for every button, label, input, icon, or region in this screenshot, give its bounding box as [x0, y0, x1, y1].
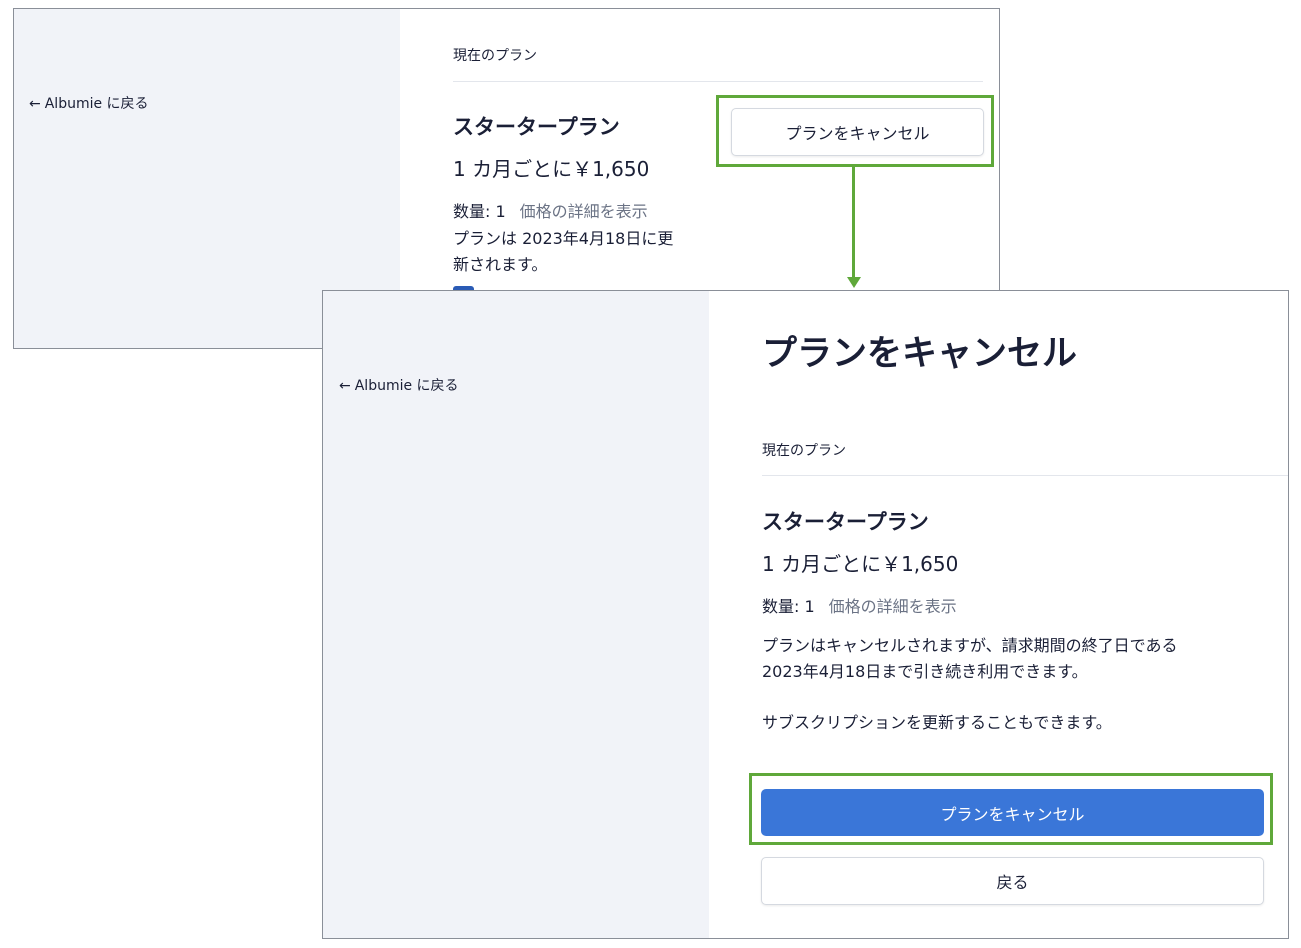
- plan-price: 1 カ月ごとに￥1,650: [453, 157, 650, 181]
- page-title: プランをキャンセル: [762, 334, 1078, 374]
- notice-line-2: 2023年4月18日まで引き続き利用できます。: [762, 662, 1088, 681]
- plan-price: 1 カ月ごとに￥1,650: [762, 552, 959, 576]
- current-plan-caption: 現在のプラン: [453, 48, 537, 64]
- arrow-left-icon: ←: [339, 378, 351, 394]
- notice-line-1: プランはキャンセルされますが、請求期間の終了日である: [762, 636, 1178, 655]
- renew-note: サブスクリプションを更新することもできます。: [762, 713, 1112, 732]
- highlight-confirm-cancel-button: [749, 773, 1273, 845]
- back-to-albumie-link[interactable]: ← Albumie に戻る: [29, 93, 149, 113]
- arrow-left-icon: ←: [29, 96, 41, 112]
- divider: [762, 475, 1288, 476]
- back-to-albumie-link[interactable]: ← Albumie に戻る: [339, 375, 459, 395]
- back-link-label: Albumie に戻る: [44, 96, 149, 112]
- renewal-line-1: プランは 2023年4月18日に更: [453, 229, 674, 248]
- plan-name: スタータープラン: [453, 115, 620, 139]
- flow-arrow-line: [852, 167, 855, 278]
- flow-arrow-head: [847, 277, 861, 288]
- quantity-label: 数量: 1: [762, 597, 815, 616]
- renewal-text: プランは 2023年4月18日に更 新されます。: [453, 226, 703, 278]
- highlight-cancel-button: [716, 95, 994, 167]
- quantity-row: 数量: 1 価格の詳細を表示: [453, 198, 648, 222]
- price-details-link[interactable]: 価格の詳細を表示: [829, 597, 957, 616]
- price-details-link[interactable]: 価格の詳細を表示: [520, 202, 648, 221]
- back-button[interactable]: 戻る: [761, 857, 1264, 905]
- renewal-line-2: 新されます。: [453, 255, 548, 274]
- divider: [453, 81, 983, 82]
- quantity-label: 数量: 1: [453, 202, 506, 221]
- back-link-label: Albumie に戻る: [354, 378, 459, 394]
- plan-name: スタータープラン: [762, 510, 929, 534]
- quantity-row: 数量: 1 価格の詳細を表示: [762, 593, 957, 617]
- current-plan-caption: 現在のプラン: [762, 443, 846, 459]
- cancellation-notice: プランはキャンセルされますが、請求期間の終了日である 2023年4月18日まで引…: [762, 633, 1272, 685]
